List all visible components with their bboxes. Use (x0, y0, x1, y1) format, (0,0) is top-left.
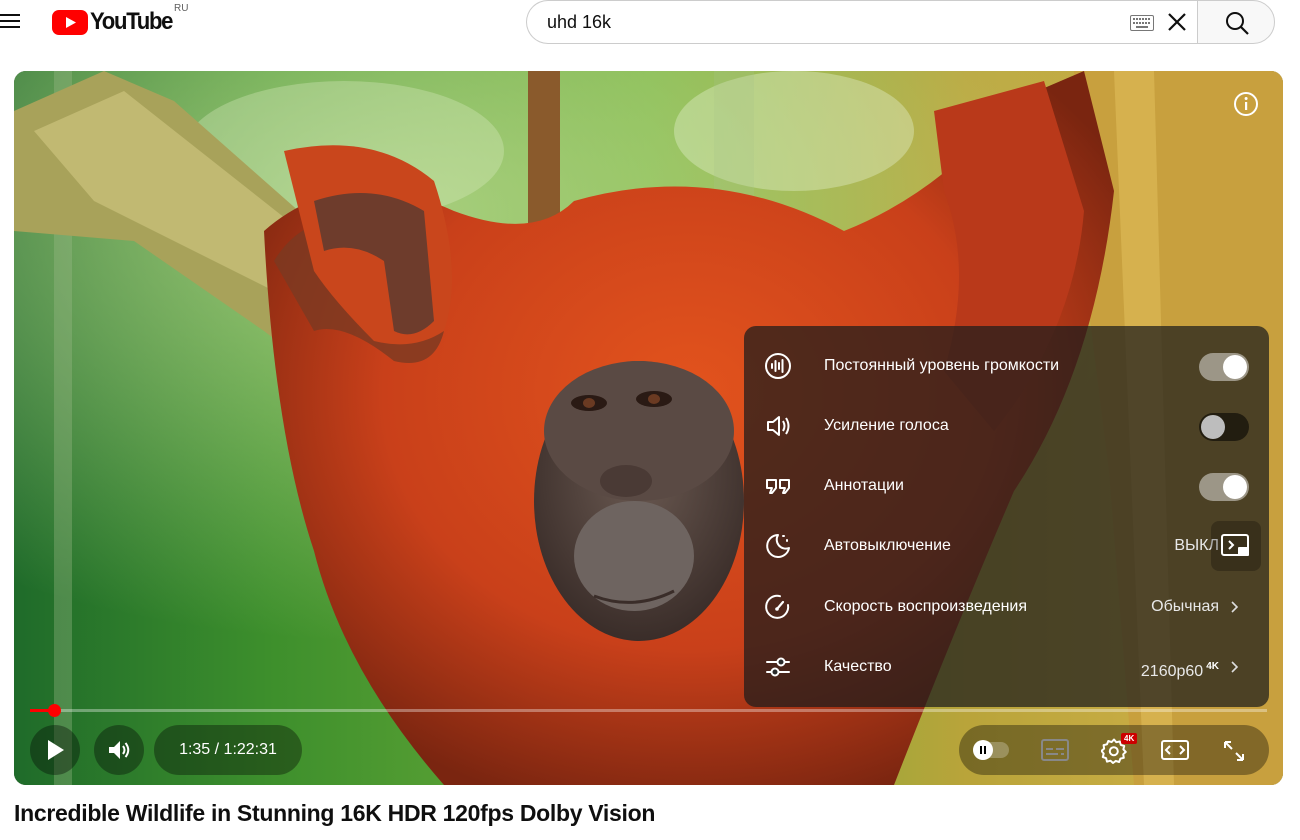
menu-item-label: Усиление голоса (824, 417, 949, 434)
subtitles-icon (1041, 739, 1069, 761)
menu-item-label: Автовыключение (824, 537, 951, 554)
youtube-play-logo-icon (52, 9, 88, 35)
menu-item-label: Постоянный уровень громкости (824, 357, 1060, 374)
quality-value-text: 2160p60 (1140, 663, 1204, 680)
chevron-right-icon (1231, 661, 1239, 673)
video-player[interactable]: Постоянный уровень громкости Усиление го… (14, 71, 1283, 785)
search-box[interactable] (526, 0, 1198, 44)
menu-item-annotations[interactable]: Аннотации (744, 456, 1269, 516)
progress-bar[interactable] (30, 704, 1267, 717)
search-input[interactable] (547, 1, 1107, 43)
sleep-timer-icon (766, 534, 790, 558)
menu-item-stable-volume[interactable]: Постоянный уровень громкости (744, 336, 1269, 396)
play-button[interactable] (30, 725, 80, 775)
miniplayer-icon (1221, 534, 1249, 556)
annotations-icon (766, 479, 790, 494)
info-icon[interactable] (1233, 91, 1259, 117)
pause-icon (973, 740, 993, 760)
clear-search-icon[interactable] (1165, 10, 1189, 34)
play-icon (48, 740, 64, 760)
region-code: RU (174, 3, 189, 14)
menu-icon[interactable] (0, 10, 22, 32)
quality-value: 2160p60 4K (1141, 637, 1219, 702)
logo-text: YouTube (90, 8, 173, 35)
playback-speed-icon (765, 594, 790, 619)
menu-item-label: Качество (824, 658, 892, 675)
keyboard-icon[interactable] (1130, 15, 1154, 31)
voice-boost-icon (767, 416, 790, 436)
menu-item-playback-speed[interactable]: Скорость воспроизведения Обычная (744, 577, 1269, 637)
search-icon (1226, 12, 1249, 35)
settings-button[interactable]: 4K (1087, 725, 1139, 775)
youtube-logo[interactable]: YouTube (52, 8, 179, 36)
subtitles-button[interactable] (1027, 725, 1079, 775)
volume-icon (109, 741, 130, 759)
miniplayer-button[interactable] (1211, 521, 1261, 571)
right-controls: 4K (959, 725, 1269, 775)
theater-mode-icon (1161, 740, 1189, 760)
quality-badge: 4K (1206, 661, 1219, 672)
voice-boost-toggle[interactable] (1199, 413, 1249, 441)
settings-menu: Постоянный уровень громкости Усиление го… (744, 326, 1269, 707)
fullscreen-icon (1224, 741, 1244, 761)
video-title[interactable]: Incredible Wildlife in Stunning 16K HDR … (14, 800, 655, 827)
quality-badge-4k: 4K (1121, 733, 1138, 744)
search-button[interactable] (1197, 0, 1275, 44)
annotations-toggle[interactable] (1199, 473, 1249, 501)
quality-icon (766, 657, 790, 677)
theater-mode-button[interactable] (1147, 725, 1199, 775)
stable-volume-toggle[interactable] (1199, 353, 1249, 381)
scrubber-handle[interactable] (47, 704, 61, 717)
chevron-right-icon (1231, 601, 1239, 613)
mute-button[interactable] (94, 725, 144, 775)
playback-speed-value: Обычная (1151, 598, 1219, 615)
menu-item-label: Скорость воспроизведения (824, 598, 1028, 615)
autoplay-toggle[interactable] (959, 725, 1011, 775)
menu-item-sleep-timer[interactable]: Автовыключение ВЫКЛ (744, 516, 1269, 576)
time-display: 1:35 / 1:22:31 (154, 725, 302, 775)
masthead: YouTube RU (0, 0, 1300, 56)
stable-volume-icon (765, 353, 791, 379)
menu-item-voice-boost[interactable]: Усиление голоса (744, 396, 1269, 456)
fullscreen-button[interactable] (1207, 725, 1259, 775)
menu-item-quality[interactable]: Качество 2160p60 4K (744, 637, 1269, 697)
menu-item-label: Аннотации (824, 477, 904, 494)
